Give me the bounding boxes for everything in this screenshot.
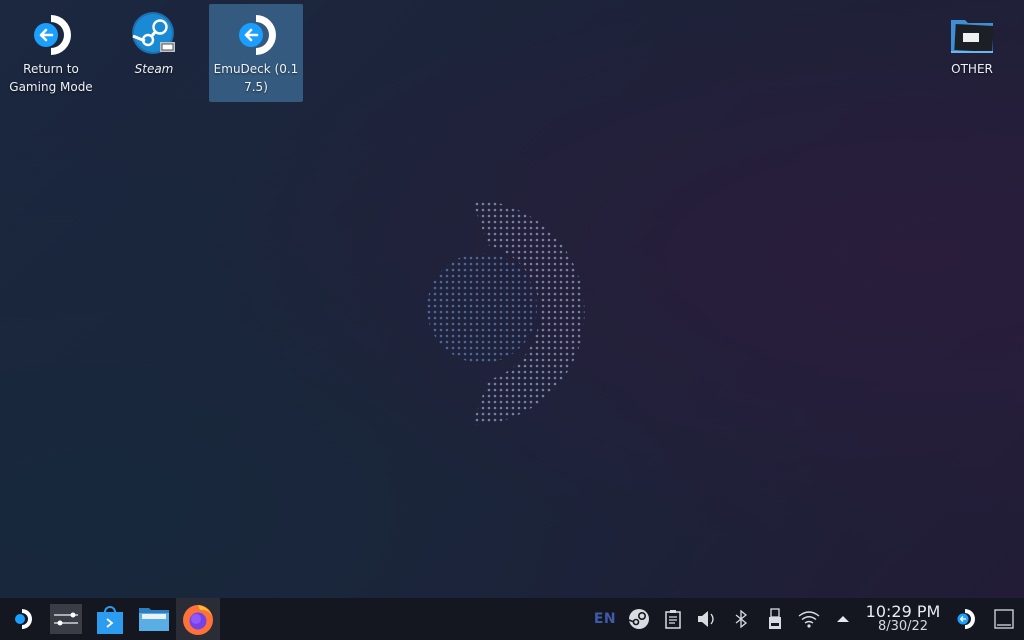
keyboard-layout-indicator[interactable]: EN [588,598,622,640]
firefox-icon [183,605,213,635]
wifi-icon [798,611,820,628]
emudeck-icon [239,15,276,55]
clipboard-icon [665,610,681,629]
desktop[interactable]: Return to Gaming Mode Steam EmuDeck (0.1… [0,0,1024,598]
folder-icon [951,20,994,53]
file-manager-button[interactable] [132,598,176,640]
system-settings-button[interactable] [44,598,88,640]
return-to-gaming-mode-icon [957,609,975,629]
steamdeck-logo-icon [15,609,32,629]
expand-arrow-icon [837,616,849,622]
desktop-icon-steam[interactable]: Steam [107,4,201,78]
steam-icon [628,609,649,629]
steam-icon [132,12,175,54]
bluetooth-icon [735,609,748,629]
wallpaper-steamdeck-logo [427,200,585,425]
logo-circle [427,253,537,363]
application-launcher-button[interactable] [0,598,44,640]
tray-usb-storage[interactable] [758,598,792,640]
show-desktop-icon [994,609,1014,629]
desktop-icon-other[interactable]: OTHER [925,4,1019,78]
taskbar: EN 10:29 PM 8/30/22 [0,598,1024,640]
volume-icon [698,611,714,627]
desktop-icon-label: EmuDeck (0.17.5) [213,62,299,94]
clock-date: 8/30/22 [877,619,929,634]
desktop-icon-label: Steam [134,62,174,76]
return-to-gaming-mode-tray-button[interactable] [946,598,984,640]
desktop-icon-label: Return to Gaming Mode [9,62,93,94]
firefox-button[interactable] [176,598,220,640]
clock-time: 10:29 PM [865,602,941,621]
show-desktop-button[interactable] [984,598,1024,640]
tray-clipboard[interactable] [656,598,690,640]
tray-steam[interactable] [622,598,656,640]
shopping-bag-icon [97,606,123,634]
usb-storage-icon [769,608,781,629]
desktop-icon-label: OTHER [951,62,993,76]
tray-bluetooth[interactable] [724,598,758,640]
return-to-gaming-mode-icon [34,15,71,55]
keyboard-layout-label: EN [593,611,617,627]
discover-button[interactable] [88,598,132,640]
folder-icon [139,608,169,631]
tray-expand-button[interactable] [826,598,860,640]
desktop-icon-emudeck[interactable]: EmuDeck (0.17.5) [209,4,303,102]
desktop-icon-return-to-gaming-mode[interactable]: Return to Gaming Mode [4,4,98,96]
digital-clock[interactable]: 10:29 PM 8/30/22 [860,602,946,635]
sliders-icon [50,604,82,634]
system-tray: EN 10:29 PM 8/30/22 [588,598,1024,640]
tray-wifi[interactable] [792,598,826,640]
tray-volume[interactable] [690,598,724,640]
